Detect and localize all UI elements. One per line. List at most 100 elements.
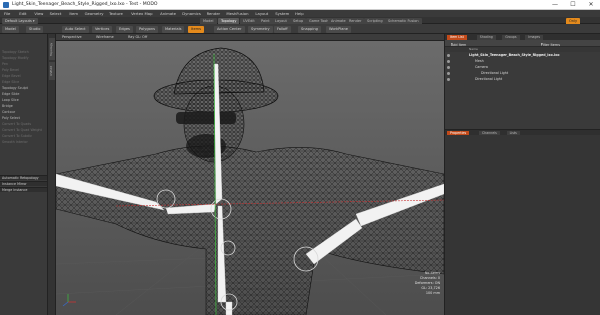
studio-button[interactable]: Studio [26,25,44,33]
viewport-info-gl: GL: 23,726 [421,286,440,290]
materials-label: Materials [165,26,182,31]
vertices-label: Vertices [95,26,110,31]
menu-item-view[interactable]: View [34,11,43,16]
tool-convert-to-subdiv[interactable]: Convert To Subdiv [2,134,42,139]
tree-row[interactable]: Directional Light [445,77,600,82]
tool-poly-bevel[interactable]: Poly Bevel [2,68,42,73]
tool-smooth-interior[interactable]: Smooth Interior [2,140,42,145]
layouts-dropdown-label: Default Layouts [5,18,32,23]
tool-edge-slide[interactable]: Edge Slide [2,92,42,97]
filter-items-dropdown[interactable]: Filter Items ▾ [541,42,560,48]
viewport-info-selection: No Items [424,271,440,275]
tree-row-label: Directional Light [475,77,503,81]
vertices-button[interactable]: Vertices [92,25,113,33]
menu-item-system[interactable]: System [275,11,289,16]
tool-topology-sketch[interactable]: Topology Sketch [2,50,42,55]
tool-convert-to-quad-weights[interactable]: Convert To Quad Weights [2,128,42,133]
visibility-eye-icon[interactable] [447,78,450,81]
items-label: Items [191,26,202,31]
menu-item-texture[interactable]: Texture [109,11,123,16]
merge-instance-header[interactable]: Merge Instance [0,187,47,192]
close-button[interactable]: ✕ [582,0,600,10]
visibility-eye-icon[interactable] [447,60,450,63]
tool-topology-modify[interactable]: Topology Modify [2,56,42,61]
menu-item-geometry[interactable]: Geometry [85,11,104,16]
tool-convert-to-quads[interactable]: Convert To Quads [2,122,42,127]
modo-app-icon [3,2,9,8]
only-label: Only [569,19,578,23]
instance-mirror-header[interactable]: Instance Mirror [0,181,47,186]
menu-item-meshfusion[interactable]: MeshFusion [226,11,248,16]
tool-topology-sculpt[interactable]: Topology Sculpt [2,86,42,91]
axis-gizmo-icon [62,294,76,307]
visibility-eye-icon[interactable] [447,72,450,75]
polygons-button[interactable]: Polygons [136,25,158,33]
item-list-column-header: Name [445,47,600,52]
name-column-header[interactable]: Name [469,47,478,52]
topology-tools-panel: Automatic Retopology Instance Mirror Mer… [0,34,48,315]
tree-row[interactable]: Mesh [445,59,600,64]
auto-select-label: Auto Select [65,26,86,31]
hat-crown [173,47,265,95]
materials-button[interactable]: Materials [162,25,185,33]
menu-item-help[interactable]: Help [295,11,304,16]
window-title: Light_Skin_Teenager_Beach_Style_Rigged_l… [12,2,158,7]
menu-item-layout[interactable]: Layout [255,11,268,16]
tree-row[interactable]: Directional Light [445,71,600,76]
tool-poly-select[interactable]: Poly Select [2,116,42,121]
side-tab-strip: Topology UVEdit [48,34,56,315]
viewport-info-scale: 100 mm [425,291,440,295]
visibility-eye-icon[interactable] [447,54,450,57]
workplane-button[interactable]: WorkPlane [326,25,351,33]
layouts-dropdown[interactable]: Default Layouts ▾ [2,17,38,24]
tool-bridge[interactable]: Bridge [2,104,42,109]
tool-edge-slice[interactable]: Edge Slice [2,80,42,85]
snapping-label: Snapping [301,26,318,31]
automatic-retopology-header[interactable]: Automatic Retopology [0,175,47,180]
studio-label: Studio [29,26,41,31]
falloff-button[interactable]: Falloff [274,25,291,33]
main-toolbar: Model Studio Auto Select Vertices Edges … [0,24,600,34]
edges-button[interactable]: Edges [116,25,133,33]
menu-bar: File Edit View Select Item Geometry Texture Ver… [0,10,600,17]
menu-item-item[interactable]: Item [69,11,78,16]
sunglasses [176,112,236,124]
minimize-button[interactable]: — [546,0,564,10]
item-list-toolbar: Add Item ▾ Filter Items ▾ [445,40,600,47]
wireframe-character [56,47,444,315]
symmetry-button[interactable]: Symmetry [248,25,273,33]
tool-edge-bevel[interactable]: Edge Bevel [2,74,42,79]
menu-item-animate[interactable]: Animate [160,11,176,16]
auto-select-button[interactable]: Auto Select [62,25,89,33]
tree-row-label: Camera [475,65,488,69]
viewport-info-channels: Channels: 0 [419,276,440,280]
torso-mesh [56,145,444,315]
properties-area [445,135,600,315]
menu-item-edit[interactable]: Edit [19,11,26,16]
polygons-label: Polygons [139,26,155,31]
side-tab-uvedit[interactable]: UVEdit [49,62,55,80]
tool-pen[interactable]: Pen [2,62,42,67]
tree-row-label: Directional Light [481,71,509,75]
tool-loop-slice[interactable]: Loop Slice [2,98,42,103]
snapping-button[interactable]: Snapping [298,25,321,33]
model-mode-button[interactable]: Model [2,25,19,33]
menu-item-select[interactable]: Select [50,11,62,16]
side-tab-topology[interactable]: Topology [49,38,55,60]
falloff-label: Falloff [277,26,288,31]
tool-contour[interactable]: Contour [2,110,42,115]
visibility-eye-icon[interactable] [447,66,450,69]
action-center-button[interactable]: Action Center [214,25,245,33]
menu-item-file[interactable]: File [4,11,10,16]
menu-item-dynamics[interactable]: Dynamics [182,11,201,16]
3d-viewport[interactable]: Perspective Wireframe Ray GL: Off No Ite… [56,34,444,315]
add-item-button[interactable]: Add Item ▾ [451,42,466,48]
items-button[interactable]: Items [188,25,205,33]
menu-item-vertex-map[interactable]: Vertex Map [131,11,152,16]
maximize-button[interactable]: ☐ [564,0,582,10]
menu-item-render[interactable]: Render [207,11,221,16]
tree-row[interactable]: Light_Skin_Teenager_Beach_Style_Rigged_l… [445,53,600,58]
viewport-info-deformers: Deformers: ON [414,281,440,285]
tree-row[interactable]: Camera [445,65,600,70]
edges-label: Edges [119,26,130,31]
